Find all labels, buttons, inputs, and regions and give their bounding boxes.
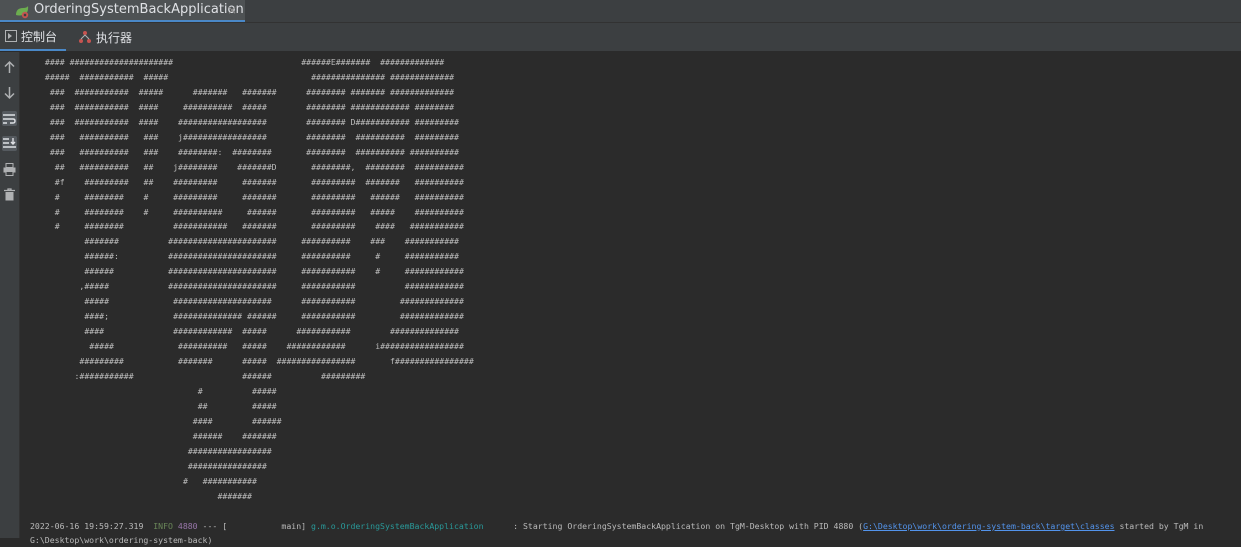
log-line-continuation: G:\Desktop\work\ordering-system-back)	[30, 533, 212, 547]
print-icon[interactable]	[2, 162, 17, 177]
arrow-down-icon[interactable]	[2, 85, 17, 100]
tab-executor[interactable]: 执行器	[72, 23, 142, 51]
spring-boot-run-icon	[14, 4, 30, 19]
soft-wrap-icon[interactable]	[2, 111, 17, 126]
tab-run-configuration[interactable]: OrderingSystemBackApplication ×	[0, 0, 245, 22]
tab-title: OrderingSystemBackApplication	[34, 2, 244, 17]
tab-bar: OrderingSystemBackApplication ×	[0, 0, 1241, 23]
ascii-banner: #### ##################### ######E######…	[44, 57, 474, 501]
console-label: 控制台	[21, 29, 58, 44]
arrow-up-icon[interactable]	[2, 60, 17, 75]
tab-console[interactable]: 控制台	[0, 23, 66, 51]
close-icon[interactable]: ×	[227, 3, 237, 17]
log-classpath-link[interactable]: G:\Desktop\work\ordering-system-back\tar…	[863, 521, 1114, 531]
executor-label: 执行器	[96, 30, 133, 45]
log-pid: 4880	[177, 521, 198, 531]
log-logger: g.m.o.OrderingSystemBackApplication	[311, 521, 484, 531]
scroll-to-end-icon[interactable]	[2, 136, 17, 151]
executor-icon	[78, 30, 92, 44]
trash-icon[interactable]	[2, 187, 17, 202]
log-line: 2022-06-16 19:59:27.319 INFO 4880 --- [ …	[30, 519, 1203, 533]
console-icon	[5, 30, 17, 42]
log-separator: --- [	[202, 521, 228, 531]
log-continuation: G:\Desktop\work\ordering-system-back)	[30, 535, 213, 545]
console-sidebar	[0, 52, 20, 538]
log-message-prefix: : Starting OrderingSystemBackApplication…	[483, 521, 864, 531]
log-level: INFO	[153, 521, 173, 531]
log-message-suffix: started by TgM in	[1114, 521, 1204, 531]
run-toolbar: 控制台 执行器	[0, 23, 1241, 52]
log-timestamp: 2022-06-16 19:59:27.319	[30, 521, 144, 531]
log-thread: main]	[227, 521, 307, 531]
